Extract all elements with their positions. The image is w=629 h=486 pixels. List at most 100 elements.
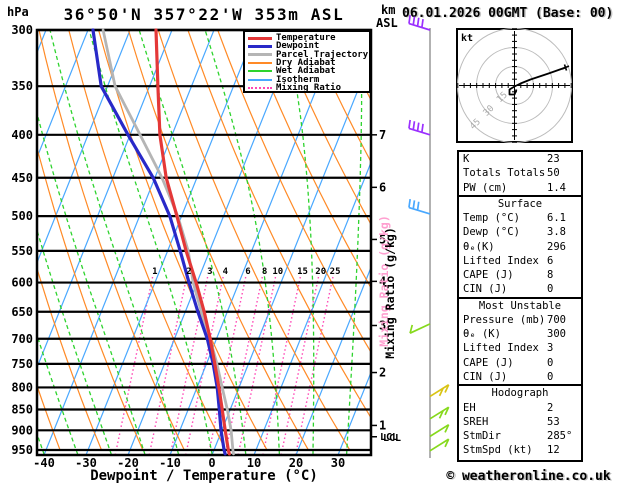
table-row-value: 0 — [547, 283, 554, 296]
table-row-value: 296 — [547, 240, 566, 253]
skewt-page: 36°50'N 357°22'W 353m ASL 06.01.2026 00G… — [0, 0, 629, 486]
table-row-value: 50 — [547, 167, 560, 180]
wind-barb-tick — [416, 122, 420, 132]
wind-barb-tick — [412, 16, 416, 26]
pressure-tick-label: 650 — [11, 305, 33, 319]
pressure-tick-label: 550 — [11, 244, 33, 258]
indices-table: K 23 Totals Totals 50 PW (cm) 1.4 Surface Temp … — [457, 150, 583, 462]
pressure-tick-label: 850 — [11, 403, 33, 417]
mixing-ratio-value-label: 10 — [272, 267, 283, 277]
mixing-ratio-value-label: 4 — [223, 267, 229, 277]
table-row-label: CAPE (J) — [463, 269, 514, 282]
wind-barb-tick — [408, 119, 411, 129]
wind-barb-staff — [408, 206, 431, 215]
pressure-tick-label: 450 — [11, 171, 33, 185]
table-row-value: 285° — [547, 430, 573, 443]
table-row-label: θₑ (K) — [463, 328, 501, 341]
mixing-ratio-value-label: 8 — [262, 267, 267, 277]
wet-adiabat-line — [0, 30, 11, 455]
km-tick-label: 6 — [379, 180, 386, 194]
wet-adiabat-line — [88, 31, 213, 454]
table-row-value: 300 — [547, 328, 566, 341]
table-row-label: Temp (°C) — [463, 212, 520, 225]
table-row-label: θₑ(K) — [463, 240, 495, 253]
table-row: StmSpd (kt) 12 — [459, 443, 581, 457]
table-row-value: 0 — [547, 356, 554, 369]
table-row-value: 8 — [547, 269, 554, 282]
table-row-value: 6 — [547, 254, 554, 267]
wind-barb-tick — [416, 17, 420, 27]
wind-barb — [429, 423, 450, 438]
pressure-tick-label: 600 — [11, 276, 33, 290]
legend-line-sample — [248, 36, 272, 40]
table-row: CIN (J) 0 — [459, 370, 581, 384]
pressure-tick-label: 800 — [11, 380, 33, 394]
table-row: CAPE (J) 8 — [459, 268, 581, 282]
table-row-value: 700 — [547, 313, 566, 326]
table-row-label: StmSpd (kt) — [463, 444, 533, 457]
wind-barb-staff — [408, 22, 431, 31]
table-row-label: CIN (J) — [463, 370, 508, 383]
pressure-tick-label: 400 — [11, 128, 33, 142]
x-axis-label: Dewpoint / Temperature (°C) — [90, 468, 318, 484]
table-row-value: 6.1 — [547, 212, 566, 225]
temperature-curve — [154, 28, 231, 456]
mixing-ratio-value-label: 25 — [330, 267, 341, 277]
wind-barb — [408, 198, 431, 215]
pressure-tick-label: 350 — [11, 79, 33, 93]
table-row-value: 12 — [547, 444, 560, 457]
wind-barb — [408, 119, 431, 136]
table-section: Most Unstable Pressure (mb) 700 θₑ (K) 300 Li… — [459, 296, 581, 385]
wind-barb — [429, 438, 450, 452]
legend-line-sample — [248, 53, 272, 57]
mixing-ratio-value-label: 6 — [245, 267, 250, 277]
legend: Temperature Dewpoint Parcel Trajectory Dry … — [243, 30, 371, 93]
table-row: θₑ (K) 300 — [459, 327, 581, 341]
isotherm-line — [169, 31, 341, 454]
table-row-value: 23 — [547, 153, 560, 165]
pressure-tick-label: 950 — [11, 443, 33, 457]
table-row-label: CIN (J) — [463, 283, 508, 296]
table-row-label: PW (cm) — [463, 181, 508, 194]
legend-line-sample — [248, 44, 272, 48]
wind-barb-tick — [412, 200, 416, 209]
mixing-ratio-value-label: 2 — [186, 267, 191, 277]
table-row-value: 2 — [547, 401, 554, 414]
table-section: K 23 Totals Totals 50 PW (cm) 1.4 — [459, 152, 581, 195]
table-row: Lifted Index 6 — [459, 254, 581, 268]
isotherm-line — [0, 30, 4, 455]
table-row: Totals Totals 50 — [459, 166, 581, 180]
table-row-value: 3.8 — [547, 226, 566, 239]
mixing-ratio-value-label: 3 — [207, 267, 212, 277]
mixing-ratio-axis-label: Mixing Ratio (g/kg) — [383, 227, 397, 359]
table-row: CIN (J) 0 — [459, 282, 581, 296]
table-section-title: Hodograph — [491, 387, 549, 400]
km-tick-label: 1 — [379, 418, 386, 432]
table-row: Lifted Index 3 — [459, 341, 581, 355]
wind-barb-tick — [408, 198, 411, 208]
legend-line-sample — [248, 62, 272, 65]
wind-barb-tick — [421, 18, 424, 28]
table-row: θₑ(K) 296 — [459, 240, 581, 254]
table-section: Hodograph EH 2 SREH 53 StmDir 285° StmSpd (kt) 1… — [459, 384, 581, 457]
wind-barb — [429, 384, 450, 398]
table-row-label: Dewp (°C) — [463, 226, 520, 239]
legend-item: Mixing Ratio — [248, 82, 369, 93]
table-row-value: 3 — [547, 342, 554, 355]
mixing-ratio-value-label: 15 — [297, 267, 308, 277]
table-row-label: Pressure (mb) — [463, 313, 546, 326]
table-row-label: K — [463, 153, 470, 165]
legend-line-sample — [248, 78, 272, 81]
table-row: PW (cm) 1.4 — [459, 181, 581, 195]
legend-item-label: Mixing Ratio — [276, 82, 342, 93]
wind-barb-tick — [408, 15, 411, 24]
table-section: Surface Temp (°C) 6.1 Dewp (°C) 3.8 θₑ(K) 296 L… — [459, 194, 581, 297]
table-row: EH 2 — [459, 401, 581, 415]
hodograph: 153045 — [456, 28, 573, 143]
table-row: CAPE (J) 0 — [459, 356, 581, 370]
table-row-label: Lifted Index — [463, 254, 539, 267]
parcel-trajectory-curve — [101, 28, 235, 456]
credit: © weatheronline.co.uk — [446, 469, 611, 484]
legend-line-sample — [248, 70, 272, 73]
table-row: Temp (°C) 6.1 — [459, 211, 581, 225]
